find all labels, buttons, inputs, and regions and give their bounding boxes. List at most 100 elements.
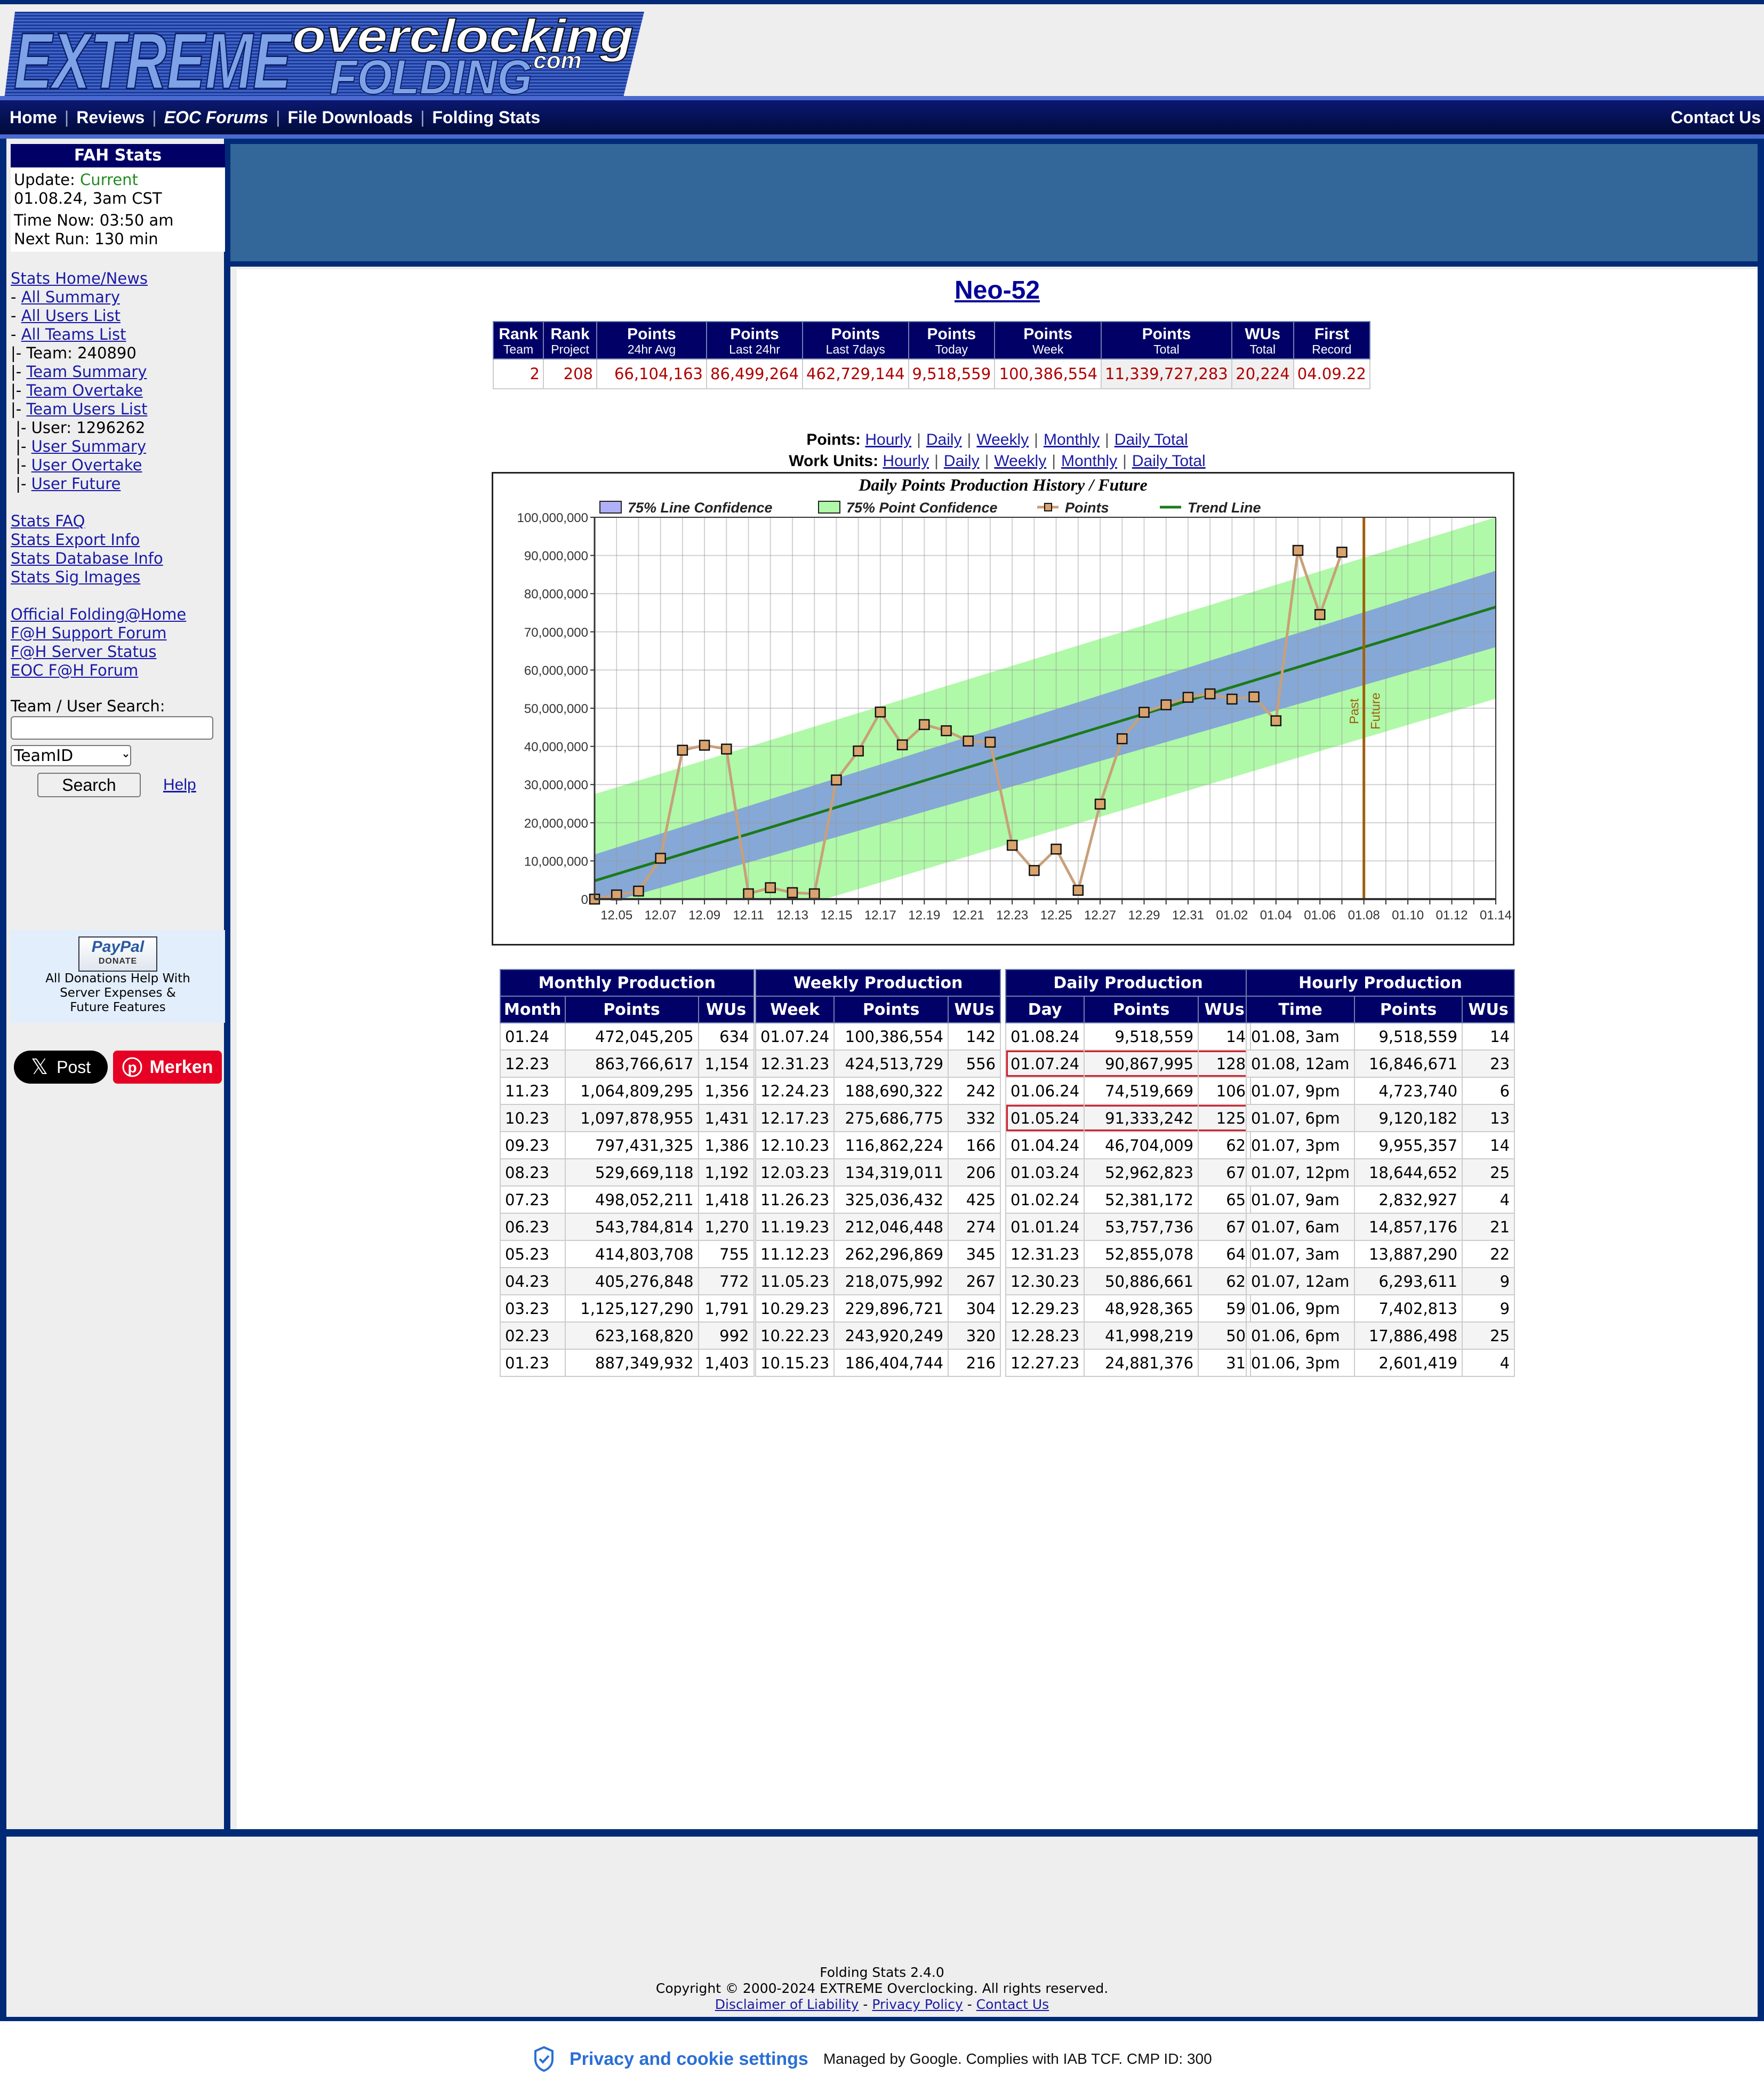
link-stats-export[interactable]: Stats Export Info	[11, 531, 140, 549]
privacy-settings-link[interactable]: Privacy and cookie settings	[570, 2049, 808, 2070]
search-type-select[interactable]: TeamID	[11, 745, 131, 766]
donate-box: PayPal DONATE All Donations Help With Se…	[11, 930, 225, 1023]
points-data-marker	[1138, 707, 1150, 718]
points-weekly-link[interactable]: Weekly	[976, 431, 1029, 448]
monthly-table-cell: 1,154	[697, 1050, 755, 1078]
x-tick-label: 12.17	[864, 908, 896, 923]
weekly-table-cell: 134,319,011	[833, 1158, 949, 1187]
monthly-table-row: 03.23 1,125,127,290 1,791	[500, 1294, 755, 1323]
daily-table-cell: 53,757,736	[1084, 1213, 1199, 1241]
daily-table-row: 01.06.24 74,519,669 106	[1005, 1077, 1252, 1105]
daily-table-cell: 65	[1198, 1185, 1252, 1214]
summary-header-cell: Rank Project	[543, 321, 597, 359]
pinterest-icon: p	[122, 1057, 142, 1077]
x-post-button[interactable]: 𝕏 Post	[14, 1051, 108, 1084]
weekly-table-row: 12.17.23 275,686,775 332	[755, 1104, 1001, 1132]
fah-stats-info: Update: Current 01.08.24, 3am CST Time N…	[11, 167, 225, 252]
weekly-table-cell: 12.24.23	[755, 1077, 835, 1105]
hourly-table-row: 01.07, 12am 6,293,611 9	[1245, 1267, 1516, 1295]
weekly-table-row: 10.29.23 229,896,721 304	[755, 1294, 1001, 1323]
link-user-summary[interactable]: User Summary	[31, 437, 146, 455]
update-label: Update:	[14, 171, 75, 189]
footer-privacy-link[interactable]: Privacy Policy	[872, 1997, 963, 2012]
link-fah-server[interactable]: F@H Server Status	[11, 643, 156, 661]
paypal-donate-button[interactable]: PayPal DONATE	[78, 936, 157, 972]
link-team-summary[interactable]: Team Summary	[26, 363, 147, 381]
wu-daily-link[interactable]: Daily	[944, 452, 980, 470]
daily-table-row: 12.29.23 48,928,365 59	[1005, 1294, 1252, 1323]
wu-weekly-link[interactable]: Weekly	[994, 452, 1046, 470]
monthly-table-cell: 1,431	[697, 1104, 755, 1132]
weekly-table-cell: 11.05.23	[755, 1267, 835, 1295]
summary-header-label: Rank	[550, 325, 590, 343]
monthly-table-cell: 543,784,814	[564, 1213, 699, 1241]
y-tick-label: 70,000,000	[524, 626, 588, 640]
link-team-users[interactable]: Team Users List	[26, 400, 147, 418]
nav-folding-stats[interactable]: Folding Stats	[432, 108, 541, 127]
points-monthly-link[interactable]: Monthly	[1044, 431, 1100, 448]
pinterest-save-button[interactable]: p Merken	[113, 1051, 222, 1084]
nav-contact-us[interactable]: Contact Us	[1671, 108, 1761, 127]
link-team-overtake[interactable]: Team Overtake	[26, 381, 142, 399]
link-fah-support[interactable]: F@H Support Forum	[11, 624, 167, 642]
footer-disclaimer-link[interactable]: Disclaimer of Liability	[715, 1997, 859, 2012]
wu-hourly-link[interactable]: Hourly	[883, 452, 929, 470]
hourly-table-cell: 01.07, 3pm	[1245, 1131, 1356, 1159]
points-daily-link[interactable]: Daily	[926, 431, 962, 448]
nav-reviews[interactable]: Reviews	[76, 108, 145, 127]
link-user-overtake[interactable]: User Overtake	[31, 456, 142, 474]
wu-daily-total-link[interactable]: Daily Total	[1132, 452, 1206, 470]
x-tick-label: 01.06	[1304, 908, 1336, 923]
privacy-shield-icon[interactable]	[533, 2046, 555, 2072]
link-stats-database[interactable]: Stats Database Info	[11, 549, 163, 567]
points-data-marker	[655, 853, 666, 864]
page-title[interactable]: Neo-52	[955, 276, 1040, 305]
x-tick-label: 12.29	[1128, 908, 1160, 923]
nav-file-downloads[interactable]: File Downloads	[288, 108, 413, 127]
hourly-table-cell: 01.07, 6pm	[1245, 1104, 1356, 1132]
weekly-table-cell: 218,075,992	[833, 1267, 949, 1295]
chart-title: Daily Points Production History / Future	[858, 475, 1147, 494]
weekly-table-cell: 10.15.23	[755, 1349, 835, 1377]
daily-table-title: Daily Production	[1005, 969, 1252, 997]
site-logo[interactable]: EXTREME overclocking .com FOLDING	[4, 9, 650, 99]
footer-contact-link[interactable]: Contact Us	[976, 1997, 1049, 2012]
daily-table-cell: 67	[1198, 1158, 1252, 1187]
nav-eoc-forums[interactable]: EOC Forums	[164, 108, 269, 127]
link-all-summary[interactable]: All Summary	[21, 288, 120, 306]
nav-separator: |	[420, 108, 425, 127]
link-all-users[interactable]: All Users List	[21, 307, 121, 325]
points-hourly-link[interactable]: Hourly	[865, 431, 911, 448]
weekly-table-cell: 206	[948, 1158, 1001, 1187]
link-all-teams[interactable]: All Teams List	[21, 325, 126, 343]
daily-table-row: 12.30.23 50,886,661 62	[1005, 1267, 1252, 1295]
monthly-table-cell: 1,097,878,955	[564, 1104, 699, 1132]
link-stats-sig[interactable]: Stats Sig Images	[11, 568, 140, 586]
link-user-future[interactable]: User Future	[31, 475, 121, 493]
top-navigation: Home | Reviews | EOC Forums | File Download…	[0, 96, 1764, 139]
search-help-link[interactable]: Help	[163, 776, 196, 794]
weekly-table-cell: 12.31.23	[755, 1050, 835, 1078]
summary-header-label: First	[1314, 325, 1349, 343]
search-input[interactable]	[11, 716, 213, 740]
link-eoc-fah-forum[interactable]: EOC F@H Forum	[11, 661, 138, 679]
monthly-table-cell: 1,125,127,290	[564, 1294, 699, 1323]
ad-banner	[230, 139, 1758, 267]
link-official-fah[interactable]: Official Folding@Home	[11, 605, 186, 623]
monthly-production-table: Monthly Production Month Points WUs 01.24 472…	[500, 969, 755, 1377]
daily-column-header: WUs	[1198, 996, 1252, 1023]
chart-plot: 0 10,000,000 20,000,000 30,000,000 40,000,00…	[517, 511, 1512, 923]
wu-monthly-link[interactable]: Monthly	[1061, 452, 1117, 470]
weekly-table-cell: 425	[948, 1185, 1001, 1214]
search-button[interactable]: Search	[37, 773, 141, 797]
summary-header-row: Rank Team Rank Project Points 24hr Avg Points L…	[493, 321, 1370, 359]
monthly-table-cell: 992	[697, 1321, 755, 1350]
points-data-marker	[831, 774, 842, 786]
nav-home[interactable]: Home	[10, 108, 57, 127]
x-tick-label: 12.31	[1172, 908, 1204, 923]
points-daily-total-link[interactable]: Daily Total	[1114, 431, 1188, 448]
link-stats-faq[interactable]: Stats FAQ	[11, 512, 85, 530]
update-time: 01.08.24, 3am CST	[14, 189, 162, 207]
hourly-table-cell: 4	[1462, 1185, 1516, 1214]
link-stats-home[interactable]: Stats Home/News	[11, 269, 148, 287]
